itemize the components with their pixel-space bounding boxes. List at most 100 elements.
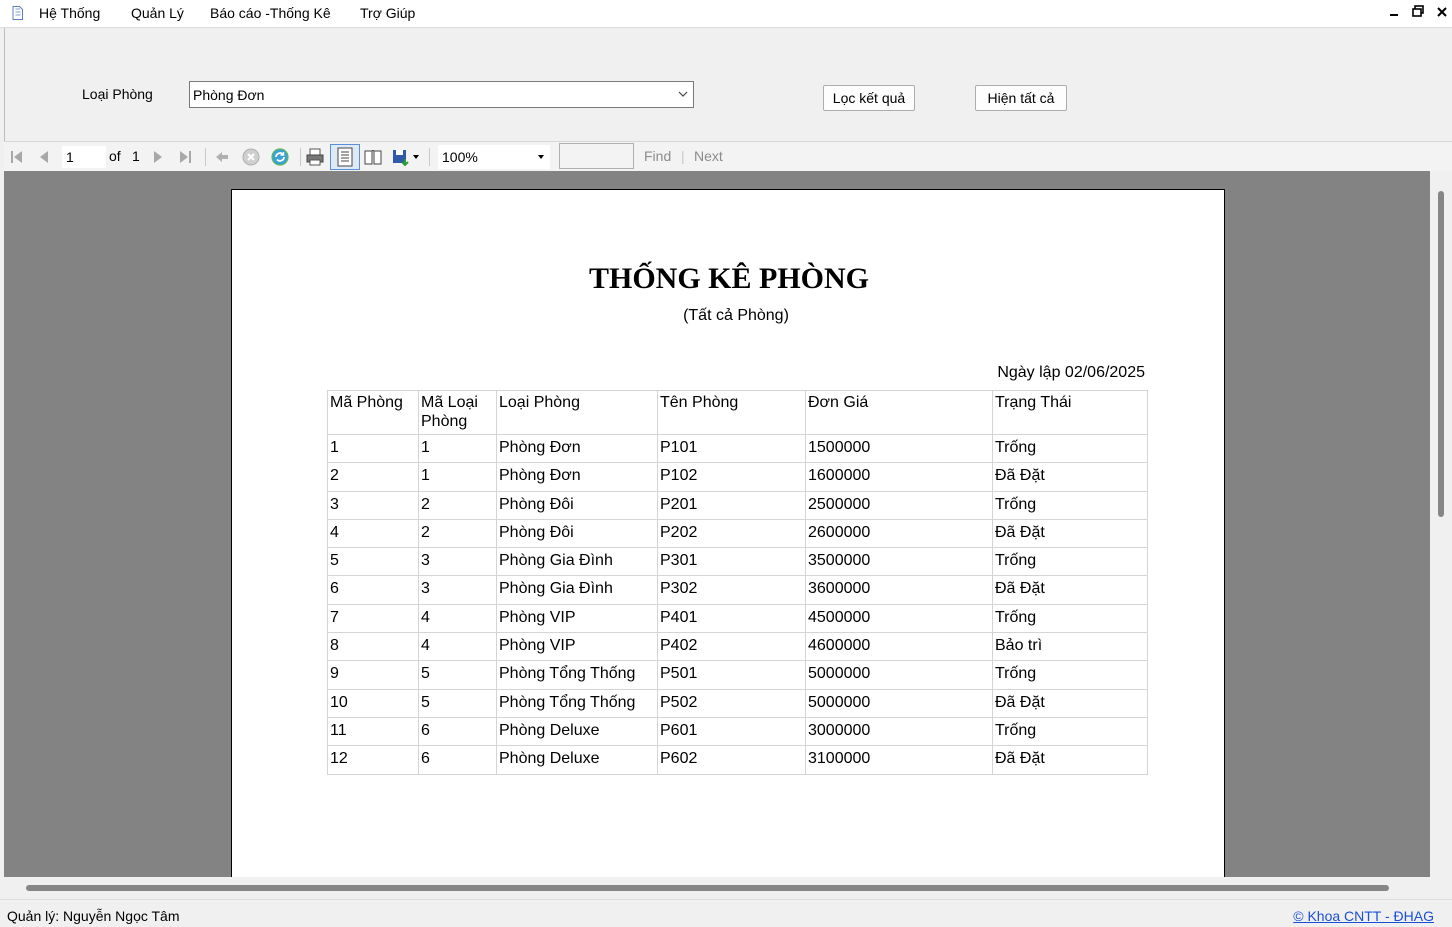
menu-quan-ly[interactable]: Quản Lý xyxy=(131,5,184,21)
table-cell: Phòng VIP xyxy=(496,603,658,634)
table-cell: P302 xyxy=(657,575,806,605)
table-cell: 5 xyxy=(418,688,497,718)
print-layout-button[interactable] xyxy=(330,144,360,170)
restore-icon xyxy=(1412,5,1424,17)
table-cell: Đã Đặt xyxy=(992,518,1148,549)
table-cell: 6 xyxy=(418,716,497,747)
table-cell: Phòng Deluxe xyxy=(496,745,658,775)
filter-panel: Loại Phòng Phòng Đơn Lọc kết quả Hiện tấ… xyxy=(4,28,1452,142)
restore-button[interactable] xyxy=(1410,4,1426,22)
print-layout-icon xyxy=(337,147,353,167)
table-cell: P102 xyxy=(657,462,806,492)
table-cell: 10 xyxy=(327,688,419,718)
table-cell: 9 xyxy=(327,660,419,690)
last-page-icon[interactable] xyxy=(175,147,195,167)
current-page-input[interactable]: 1 xyxy=(62,146,106,168)
table-row: 8 4 Phòng VIP P402 4600000 Bảo trì xyxy=(327,632,1148,662)
table-cell: Phòng Tổng Thống xyxy=(496,660,658,690)
of-label: of xyxy=(109,148,121,164)
horizontal-scroll-thumb[interactable] xyxy=(26,885,1389,891)
zoom-value: 100% xyxy=(442,149,478,165)
page-setup-icon[interactable] xyxy=(363,147,383,167)
menu-bar: Hệ Thống Quản Lý Báo cáo -Thống Kê Trợ G… xyxy=(0,0,1452,28)
table-cell: Phòng Gia Đình xyxy=(496,575,658,605)
table-row: 5 3 Phòng Gia Đình P301 3500000 Trống xyxy=(327,547,1148,577)
table-cell: 3 xyxy=(418,547,497,577)
table-cell: 2500000 xyxy=(805,490,993,520)
stop-icon[interactable] xyxy=(241,147,261,167)
table-cell: 11 xyxy=(327,716,419,747)
report-page: THỐNG KÊ PHÒNG (Tất cả Phòng) Ngày lập 0… xyxy=(231,189,1225,877)
table-cell: 1 xyxy=(418,433,497,464)
table-body: 1 1 Phòng Đơn P101 1500000 Trống 2 1 Phòng Đơn P1… xyxy=(327,433,1148,775)
room-type-select[interactable]: Phòng Đơn xyxy=(189,81,694,108)
horizontal-scrollbar[interactable] xyxy=(4,877,1430,899)
find-link[interactable]: Find xyxy=(644,148,671,164)
table-cell: 3 xyxy=(418,575,497,605)
table-header-row: Mã Phòng Mã Loại Phòng Loại Phòng Tên Ph… xyxy=(327,390,1148,435)
menu-bao-cao-thong-ke[interactable]: Báo cáo -Thống Kê xyxy=(210,5,331,21)
table-cell: Bảo trì xyxy=(992,632,1148,662)
table-cell: 4600000 xyxy=(805,632,993,662)
table-cell: Trống xyxy=(992,547,1148,577)
show-all-button[interactable]: Hiện tất cả xyxy=(975,85,1067,111)
filter-results-button[interactable]: Lọc kết quả xyxy=(823,85,915,111)
vertical-scrollbar[interactable] xyxy=(1430,171,1452,877)
table-cell: 12 xyxy=(327,745,419,775)
minimize-button[interactable] xyxy=(1386,4,1402,22)
column-header: Mã Loại Phòng xyxy=(418,390,497,435)
table-cell: Trống xyxy=(992,490,1148,520)
status-bar: Quản lý: Nguyễn Ngọc Tâm © Khoa CNTT - Đ… xyxy=(0,899,1452,927)
report-date: Ngày lập 02/06/2025 xyxy=(997,364,1145,381)
next-link[interactable]: Next xyxy=(694,148,723,164)
table-row: 12 6 Phòng Deluxe P602 3100000 Đã Đặt xyxy=(327,745,1148,775)
table-cell: 5 xyxy=(327,547,419,577)
table-row: 2 1 Phòng Đơn P102 1600000 Đã Đặt xyxy=(327,462,1148,492)
total-pages: 1 xyxy=(132,148,140,164)
minimize-icon xyxy=(1390,14,1398,16)
table-cell: 3600000 xyxy=(805,575,993,605)
table-cell: Trống xyxy=(992,660,1148,690)
menu-he-thong[interactable]: Hệ Thống xyxy=(39,5,100,21)
toolbar-separator xyxy=(205,148,206,166)
table-cell: P502 xyxy=(657,688,806,718)
zoom-select[interactable]: 100% xyxy=(438,145,550,169)
menu-tro-giup[interactable]: Trợ Giúp xyxy=(360,5,415,21)
table-row: 9 5 Phòng Tổng Thống P501 5000000 Trống xyxy=(327,660,1148,690)
credit-link[interactable]: © Khoa CNTT - ĐHAG xyxy=(1293,908,1434,924)
table-row: 11 6 Phòng Deluxe P601 3000000 Trống xyxy=(327,716,1148,747)
table-cell: 4 xyxy=(418,632,497,662)
next-page-icon[interactable] xyxy=(147,147,167,167)
toolbar-separator xyxy=(429,148,430,166)
table-cell: Phòng Deluxe xyxy=(496,716,658,747)
close-button[interactable] xyxy=(1434,4,1450,22)
table-cell: 5000000 xyxy=(805,688,993,718)
export-icon[interactable] xyxy=(391,147,411,167)
report-title: THỐNG KÊ PHÒNG xyxy=(588,262,870,295)
column-header: Đơn Giá xyxy=(805,390,993,435)
room-statistics-table: Mã Phòng Mã Loại Phòng Loại Phòng Tên Ph… xyxy=(327,390,1148,775)
table-row: 6 3 Phòng Gia Đình P302 3600000 Đã Đặt xyxy=(327,575,1148,605)
vertical-scroll-thumb[interactable] xyxy=(1438,191,1444,517)
previous-page-icon[interactable] xyxy=(35,147,55,167)
table-cell: Phòng Đôi xyxy=(496,490,658,520)
table-cell: Phòng Đơn xyxy=(496,433,658,464)
refresh-icon[interactable] xyxy=(270,147,290,167)
first-page-icon[interactable] xyxy=(7,147,27,167)
table-cell: 4 xyxy=(418,603,497,634)
find-input[interactable] xyxy=(559,143,634,169)
table-cell: Phòng Đơn xyxy=(496,462,658,492)
table-cell: Đã Đặt xyxy=(992,575,1148,605)
table-cell: P301 xyxy=(657,547,806,577)
export-dropdown-icon[interactable] xyxy=(413,155,419,159)
table-cell: Đã Đặt xyxy=(992,462,1148,492)
print-icon[interactable] xyxy=(305,147,325,167)
table-cell: 2 xyxy=(418,490,497,520)
table-cell: 8 xyxy=(327,632,419,662)
table-row: 3 2 Phòng Đôi P201 2500000 Trống xyxy=(327,490,1148,520)
table-cell: 4 xyxy=(327,518,419,549)
table-cell: P602 xyxy=(657,745,806,775)
back-icon[interactable] xyxy=(212,147,232,167)
table-cell: 5 xyxy=(418,660,497,690)
table-cell: 6 xyxy=(418,745,497,775)
